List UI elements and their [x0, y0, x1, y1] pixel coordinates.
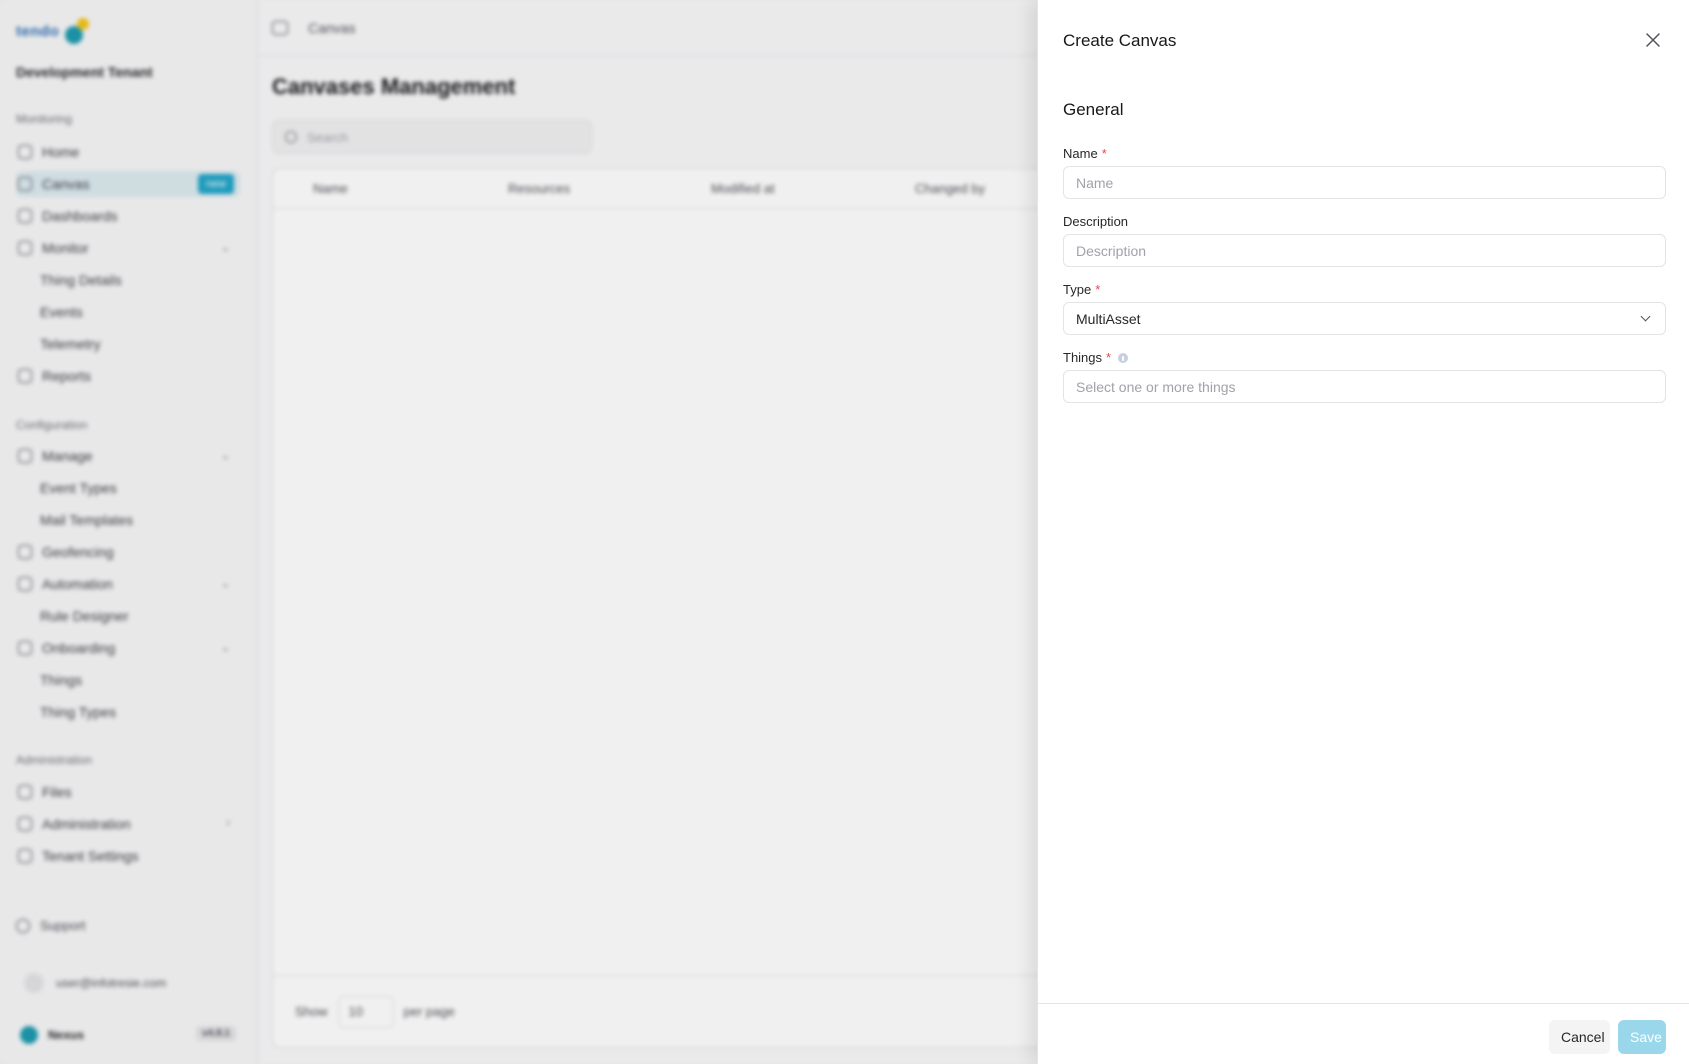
name-input[interactable] [1063, 166, 1666, 199]
close-icon [1646, 33, 1660, 47]
name-label: Name * [1063, 146, 1107, 161]
type-value: MultiAsset [1076, 310, 1141, 327]
description-label: Description [1063, 214, 1129, 229]
info-icon[interactable] [1118, 352, 1129, 363]
things-multiselect[interactable]: Select one or more things [1063, 370, 1666, 403]
required-marker: * [1095, 282, 1101, 297]
things-label: Things * [1063, 350, 1129, 365]
things-placeholder: Select one or more things [1076, 378, 1236, 395]
chevron-down-icon [1640, 311, 1651, 322]
save-button[interactable]: Save [1618, 1020, 1666, 1054]
footer-divider [1038, 1003, 1689, 1004]
panel-title: Create Canvas [1063, 31, 1177, 50]
required-marker: * [1101, 146, 1107, 161]
cancel-button[interactable]: Cancel [1549, 1020, 1610, 1054]
create-canvas-panel: Create Canvas General Name* Description … [1037, 0, 1689, 1064]
section-title: General [1063, 100, 1124, 119]
required-marker: * [1106, 350, 1112, 365]
type-select[interactable]: MultiAsset [1063, 302, 1666, 335]
type-label: Type * [1063, 282, 1101, 297]
description-input[interactable] [1063, 234, 1666, 267]
close-button[interactable] [1641, 28, 1665, 52]
